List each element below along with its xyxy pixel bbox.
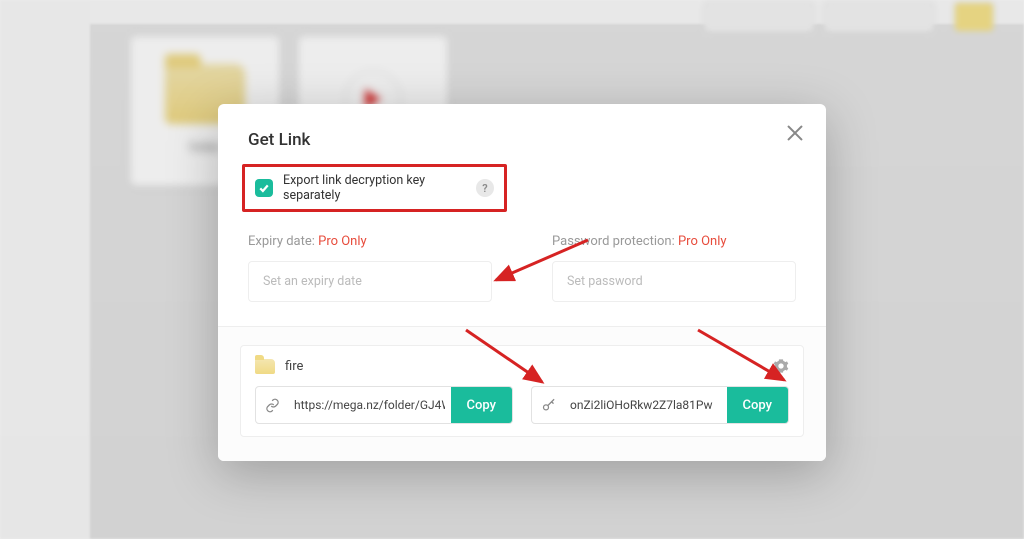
password-pro-badge: Pro Only [678, 234, 727, 249]
copy-key-button[interactable]: Copy [727, 387, 788, 423]
export-key-option-highlight: Export link decryption key separately ? [242, 164, 507, 212]
expiry-label: Expiry date: [248, 234, 318, 249]
key-icon [532, 387, 564, 423]
copy-link-button[interactable]: Copy [451, 387, 512, 423]
gear-icon[interactable] [773, 358, 789, 374]
folder-icon [255, 359, 275, 374]
expiry-section: Expiry date: Pro Only Set an expiry date [248, 234, 492, 302]
help-icon[interactable]: ? [476, 179, 494, 197]
export-key-checkbox[interactable] [255, 179, 273, 197]
password-label: Password protection: [552, 234, 678, 249]
link-icon [256, 387, 288, 423]
expiry-pro-badge: Pro Only [318, 234, 367, 249]
dialog-title: Get Link [248, 130, 796, 150]
close-icon[interactable] [784, 122, 806, 144]
password-input-disabled: Set password [552, 261, 796, 302]
key-field-group: Copy [531, 386, 789, 424]
key-input[interactable] [564, 387, 727, 423]
link-item-card: fire Copy [240, 345, 804, 437]
link-field-group: Copy [255, 386, 513, 424]
item-name: fire [285, 359, 303, 374]
link-input[interactable] [288, 387, 451, 423]
expiry-input-disabled: Set an expiry date [248, 261, 492, 302]
export-key-label: Export link decryption key separately [283, 173, 466, 203]
password-section: Password protection: Pro Only Set passwo… [552, 234, 796, 302]
get-link-dialog: Get Link Export link decryption key sepa… [218, 104, 826, 461]
